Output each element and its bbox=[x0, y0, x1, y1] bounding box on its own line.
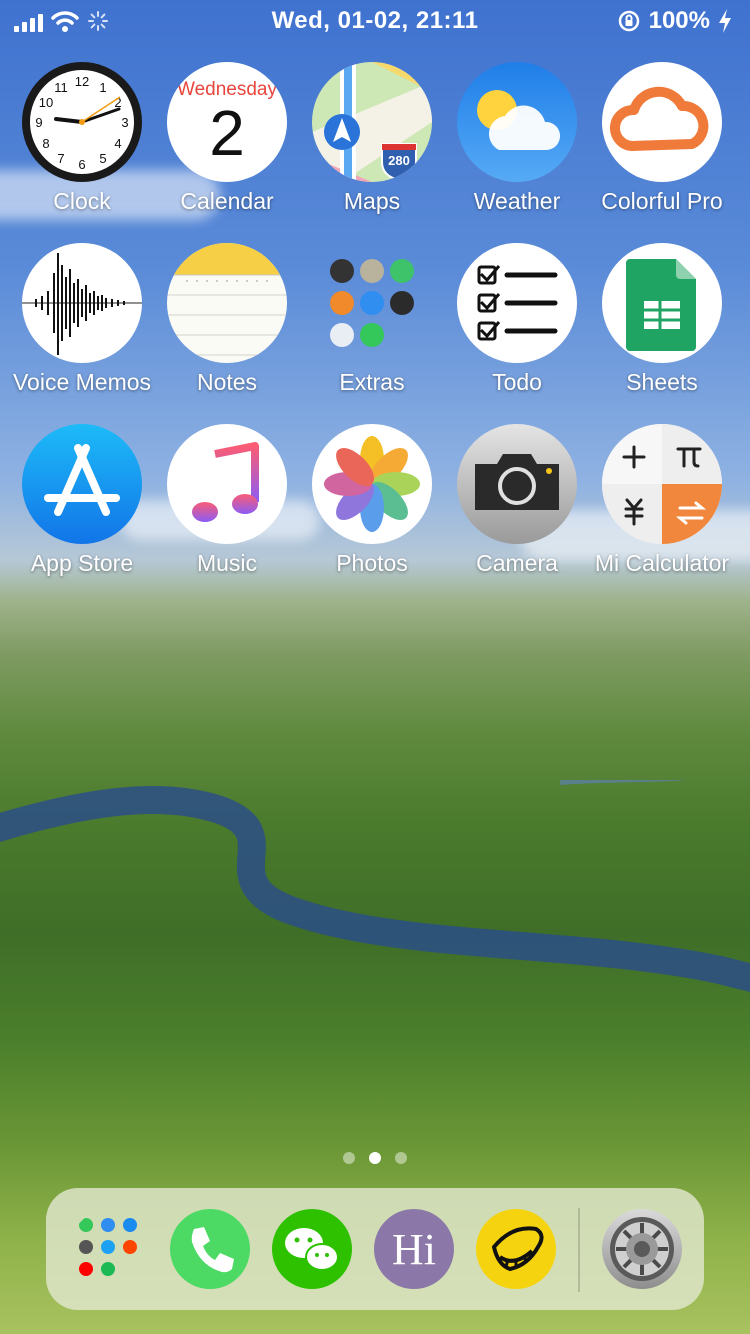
app-app-store[interactable]: App Store bbox=[7, 424, 157, 577]
dock-social-folder[interactable] bbox=[70, 1209, 150, 1289]
dock-yellow-app[interactable] bbox=[476, 1209, 556, 1289]
folder-icon bbox=[312, 243, 432, 363]
weather-icon bbox=[457, 62, 577, 182]
folder-icon bbox=[79, 1218, 137, 1276]
app-label: Notes bbox=[196, 369, 258, 395]
rotation-lock-icon bbox=[618, 10, 639, 32]
hi-icon: Hi bbox=[392, 1225, 436, 1274]
charging-bolt-icon bbox=[719, 9, 731, 33]
checklist-icon bbox=[457, 243, 577, 363]
page-indicator[interactable] bbox=[0, 1152, 750, 1164]
phone-icon bbox=[191, 1227, 234, 1273]
svg-text:10: 10 bbox=[39, 95, 53, 110]
sheets-icon bbox=[602, 243, 722, 363]
app-calendar[interactable]: Wednesday 2 Calendar bbox=[152, 62, 302, 215]
app-notes[interactable]: Notes bbox=[152, 243, 302, 396]
app-label: Weather bbox=[473, 188, 561, 214]
dock-hi[interactable]: Hi bbox=[374, 1209, 454, 1289]
maps-shield-number: 280 bbox=[388, 153, 410, 168]
app-label: Photos bbox=[336, 550, 408, 576]
maps-icon: 280 bbox=[312, 62, 432, 182]
svg-text:2: 2 bbox=[114, 95, 121, 110]
page-dot[interactable] bbox=[343, 1152, 355, 1164]
app-label: Camera bbox=[476, 550, 558, 576]
music-note-icon bbox=[167, 424, 287, 544]
wechat-icon bbox=[285, 1228, 339, 1271]
waveform-icon bbox=[22, 243, 142, 363]
svg-text:5: 5 bbox=[99, 151, 106, 166]
app-label: Clock bbox=[53, 188, 111, 214]
svg-text:3: 3 bbox=[121, 115, 128, 130]
camera-icon bbox=[457, 424, 577, 544]
page-dot[interactable] bbox=[395, 1152, 407, 1164]
app-camera[interactable]: Camera bbox=[442, 424, 592, 577]
app-label: Colorful Pro bbox=[601, 188, 723, 214]
calendar-icon: Wednesday 2 bbox=[167, 62, 287, 182]
app-colorful-pro[interactable]: Colorful Pro bbox=[587, 62, 737, 215]
svg-text:7: 7 bbox=[57, 151, 64, 166]
app-clock[interactable]: 12 1 2 345 678 9 10 11 Clock bbox=[7, 62, 157, 215]
battery-percentage: 100% bbox=[648, 7, 710, 34]
app-label: Calendar bbox=[180, 188, 274, 214]
app-extras[interactable]: Extras bbox=[297, 243, 447, 396]
dock-settings[interactable] bbox=[602, 1209, 682, 1289]
app-label: Music bbox=[196, 550, 258, 576]
svg-text:12: 12 bbox=[75, 74, 89, 89]
app-mi-calculator[interactable]: Mi Calculator bbox=[587, 424, 737, 577]
app-sheets[interactable]: Sheets bbox=[587, 243, 737, 396]
app-todo[interactable]: Todo bbox=[442, 243, 592, 396]
svg-text:8: 8 bbox=[42, 136, 49, 151]
app-voice-memos[interactable]: Voice Memos bbox=[7, 243, 157, 396]
status-bar: Wed, 01-02, 21:11 100% bbox=[0, 0, 750, 40]
svg-text:1: 1 bbox=[99, 80, 106, 95]
app-store-icon bbox=[22, 424, 142, 544]
app-music[interactable]: Music bbox=[152, 424, 302, 577]
app-label: Mi Calculator bbox=[594, 550, 730, 576]
photos-flower-icon bbox=[312, 424, 432, 544]
clock-icon: 12 1 2 345 678 9 10 11 bbox=[22, 62, 142, 182]
settings-gear-icon bbox=[610, 1217, 674, 1281]
notes-icon bbox=[167, 243, 287, 363]
app-label: Sheets bbox=[626, 369, 698, 395]
dock-phone[interactable] bbox=[170, 1209, 250, 1289]
app-label: Todo bbox=[492, 369, 542, 395]
page-dot-active[interactable] bbox=[369, 1152, 381, 1164]
dock-divider bbox=[578, 1208, 580, 1292]
app-label: Voice Memos bbox=[12, 369, 152, 395]
app-label: Extras bbox=[339, 369, 405, 395]
dock: Hi bbox=[46, 1188, 704, 1310]
app-maps[interactable]: 280 Maps bbox=[297, 62, 447, 215]
svg-text:6: 6 bbox=[78, 157, 85, 172]
svg-text:9: 9 bbox=[35, 115, 42, 130]
dock-wechat[interactable] bbox=[272, 1209, 352, 1289]
app-weather[interactable]: Weather bbox=[442, 62, 592, 215]
app-label: App Store bbox=[30, 550, 134, 576]
smile-icon bbox=[491, 1226, 544, 1272]
app-photos[interactable]: Photos bbox=[297, 424, 447, 577]
calendar-day: 2 bbox=[209, 97, 245, 169]
calculator-icon bbox=[602, 424, 722, 544]
app-label: Maps bbox=[343, 188, 401, 214]
cloud-outline-icon bbox=[602, 62, 722, 182]
svg-text:4: 4 bbox=[114, 136, 121, 151]
svg-text:11: 11 bbox=[54, 80, 68, 95]
